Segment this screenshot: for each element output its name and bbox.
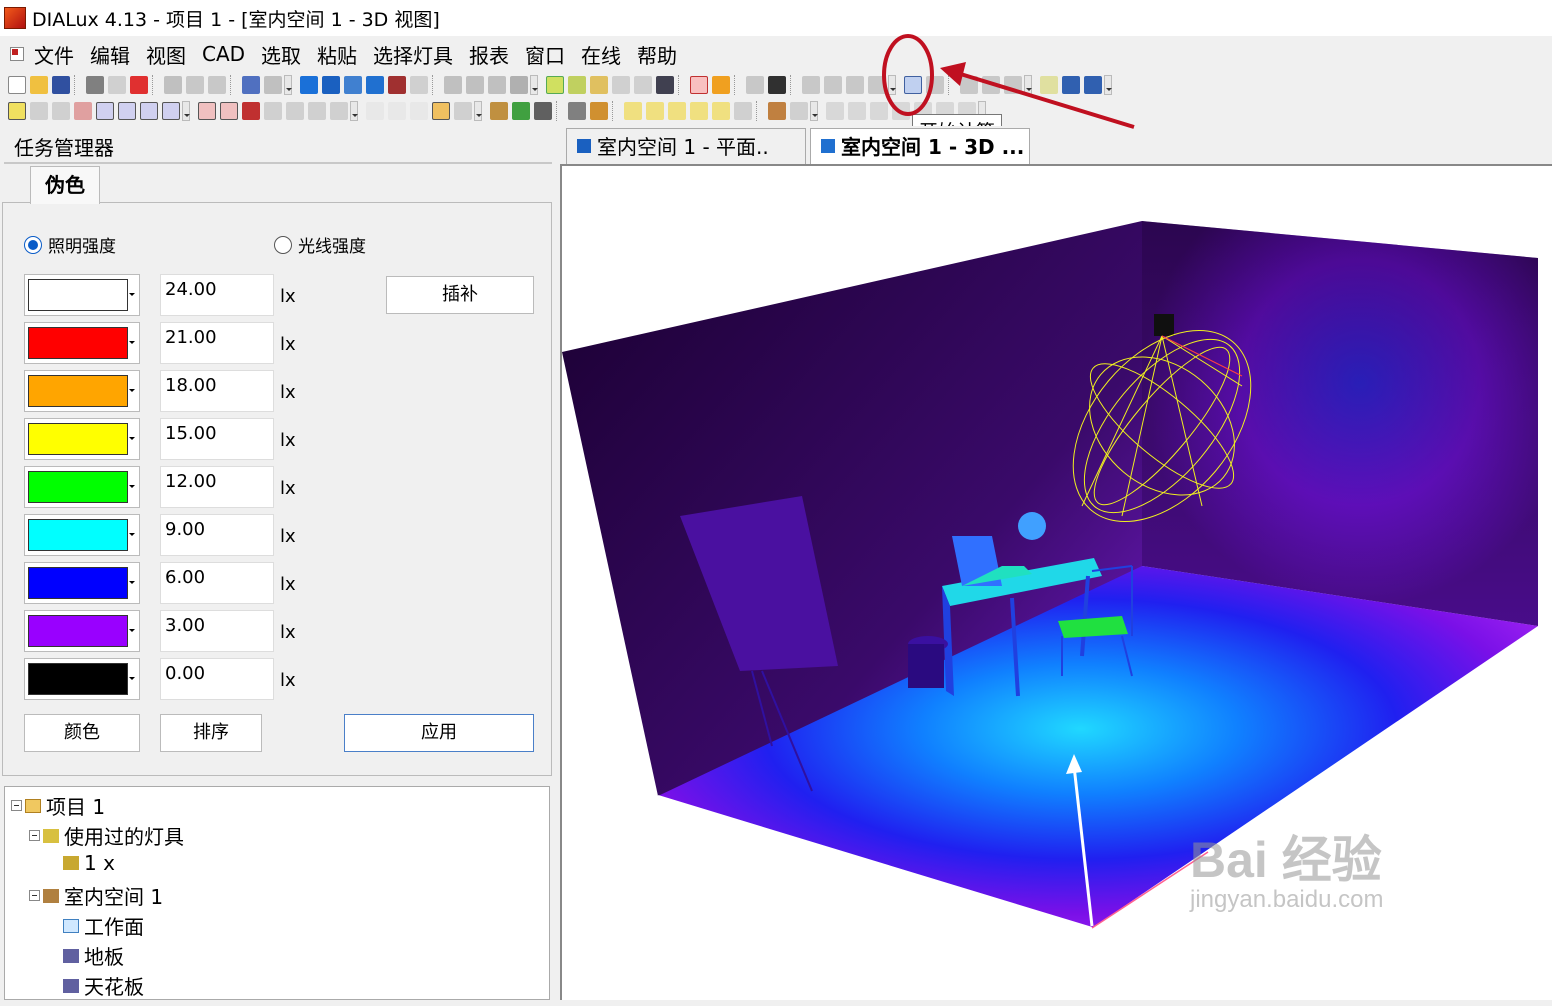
annotation-arrow xyxy=(953,70,1135,129)
highlight-circle xyxy=(882,34,934,116)
baidu-watermark: Bai 经验 jingyan.baidu.com xyxy=(1190,820,1383,913)
arrow-head-icon xyxy=(940,62,966,86)
watermark-url: jingyan.baidu.com xyxy=(1190,886,1384,913)
watermark-brand: Bai 经验 xyxy=(1190,832,1382,888)
